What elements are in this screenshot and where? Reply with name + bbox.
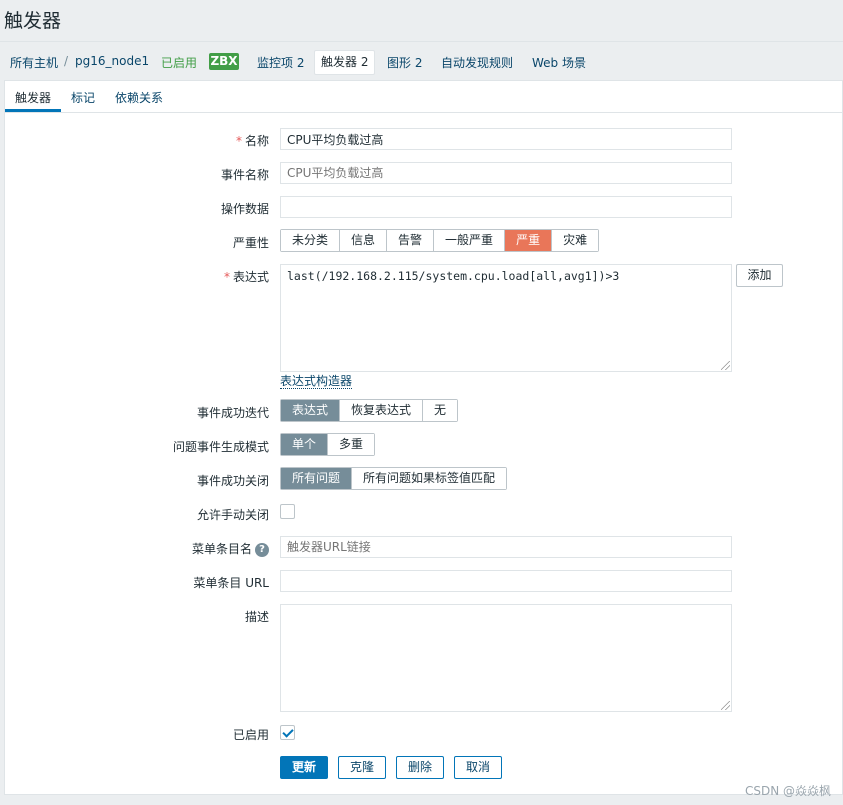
problem-mode-label: 问题事件生成模式 (172, 440, 269, 454)
expression-label: * 表达式 (223, 270, 269, 284)
ok-close-all-problems[interactable]: 所有问题 (281, 468, 353, 489)
breadcrumb-graphs[interactable]: 图形 2 (387, 54, 422, 71)
required-asterisk: * (235, 134, 242, 148)
tab-tags[interactable]: 标记 (71, 89, 95, 106)
help-icon[interactable]: ? (255, 542, 269, 557)
tab-dependencies[interactable]: 依赖关系 (115, 89, 163, 106)
breadcrumb-items[interactable]: 监控项 2 (257, 54, 304, 71)
breadcrumb-triggers[interactable]: 触发器 2 (314, 50, 376, 75)
clone-button[interactable]: 克隆 (338, 756, 386, 779)
severity-high[interactable]: 严重 (505, 230, 553, 251)
problem-mode-selector: 单个 多重 (280, 433, 376, 456)
severity-warning[interactable]: 告警 (387, 230, 435, 251)
update-button[interactable]: 更新 (280, 756, 328, 779)
breadcrumb-discovery[interactable]: 自动发现规则 (441, 54, 513, 71)
menu-name-label: 菜单条目名? (192, 540, 269, 557)
expression-builder-link[interactable]: 表达式构造器 (280, 374, 353, 389)
severity-label: 严重性 (232, 236, 269, 250)
ok-event-recovery-expression[interactable]: 恢复表达式 (340, 400, 424, 421)
description-textarea[interactable] (280, 604, 732, 712)
trigger-form-card: 触发器 标记 依赖关系 *名称 事件名称 操作数据 严重性 未分类 信息 告警 … (4, 80, 843, 795)
ok-close-label: 事件成功关闭 (196, 474, 269, 488)
ok-event-none[interactable]: 无 (423, 400, 458, 421)
problem-mode-single[interactable]: 单个 (281, 434, 329, 455)
tab-trigger[interactable]: 触发器 (15, 89, 51, 106)
manual-close-checkbox[interactable] (280, 504, 295, 519)
problem-mode-multiple[interactable]: 多重 (328, 434, 375, 455)
opdata-input[interactable] (280, 196, 732, 218)
breadcrumb: 所有主机 / pg16_node1 已启用 ZBX 监控项 2 触发器 2 图形… (0, 41, 843, 81)
event-name-input[interactable] (280, 162, 732, 184)
breadcrumb-web[interactable]: Web 场景 (532, 54, 586, 71)
event-name-label: 事件名称 (220, 168, 269, 182)
cancel-button[interactable]: 取消 (454, 756, 502, 779)
ok-event-generation-selector: 表达式 恢复表达式 无 (280, 399, 459, 422)
menu-url-input[interactable] (280, 570, 732, 592)
manual-close-label: 允许手动关闭 (196, 508, 269, 522)
severity-selector: 未分类 信息 告警 一般严重 严重 灾难 (280, 229, 600, 252)
ok-close-selector: 所有问题 所有问题如果标签值匹配 (280, 467, 508, 490)
enabled-checkbox[interactable] (280, 725, 295, 740)
watermark: CSDN @焱焱枫 (744, 784, 831, 798)
resize-handle-icon[interactable] (721, 701, 730, 710)
opdata-label: 操作数据 (220, 202, 269, 216)
breadcrumb-host[interactable]: pg16_node1 (75, 54, 149, 68)
ok-close-tag-match[interactable]: 所有问题如果标签值匹配 (352, 468, 507, 489)
name-label: * 名称 (235, 134, 269, 148)
severity-disaster[interactable]: 灾难 (552, 230, 599, 251)
form-tabs: 触发器 标记 依赖关系 (5, 81, 842, 113)
add-expression-button[interactable]: 添加 (736, 264, 783, 287)
expression-text: last(/192.168.2.115/system.cpu.load[all,… (287, 269, 620, 283)
description-label: 描述 (244, 610, 269, 624)
name-input[interactable] (280, 128, 732, 150)
zbx-availability-badge: ZBX (209, 53, 239, 70)
ok-event-expression[interactable]: 表达式 (281, 400, 341, 421)
active-tab-indicator (5, 109, 61, 112)
ok-event-generation-label: 事件成功迭代 (196, 406, 269, 420)
enabled-label: 已启用 (232, 728, 269, 742)
delete-button[interactable]: 删除 (396, 756, 444, 779)
breadcrumb-separator: / (64, 54, 69, 68)
expression-textarea[interactable]: last(/192.168.2.115/system.cpu.load[all,… (280, 264, 732, 372)
severity-not-classified[interactable]: 未分类 (281, 230, 341, 251)
required-asterisk: * (223, 270, 230, 284)
severity-information[interactable]: 信息 (340, 230, 388, 251)
resize-handle-icon[interactable] (721, 361, 730, 370)
breadcrumb-all-hosts[interactable]: 所有主机 (10, 54, 58, 71)
host-status-enabled[interactable]: 已启用 (161, 54, 197, 71)
page-title: 触发器 (4, 10, 62, 32)
menu-name-input[interactable] (280, 536, 732, 558)
checkmark-icon (282, 726, 294, 738)
menu-url-label: 菜单条目 URL (193, 576, 269, 590)
severity-average[interactable]: 一般严重 (434, 230, 506, 251)
